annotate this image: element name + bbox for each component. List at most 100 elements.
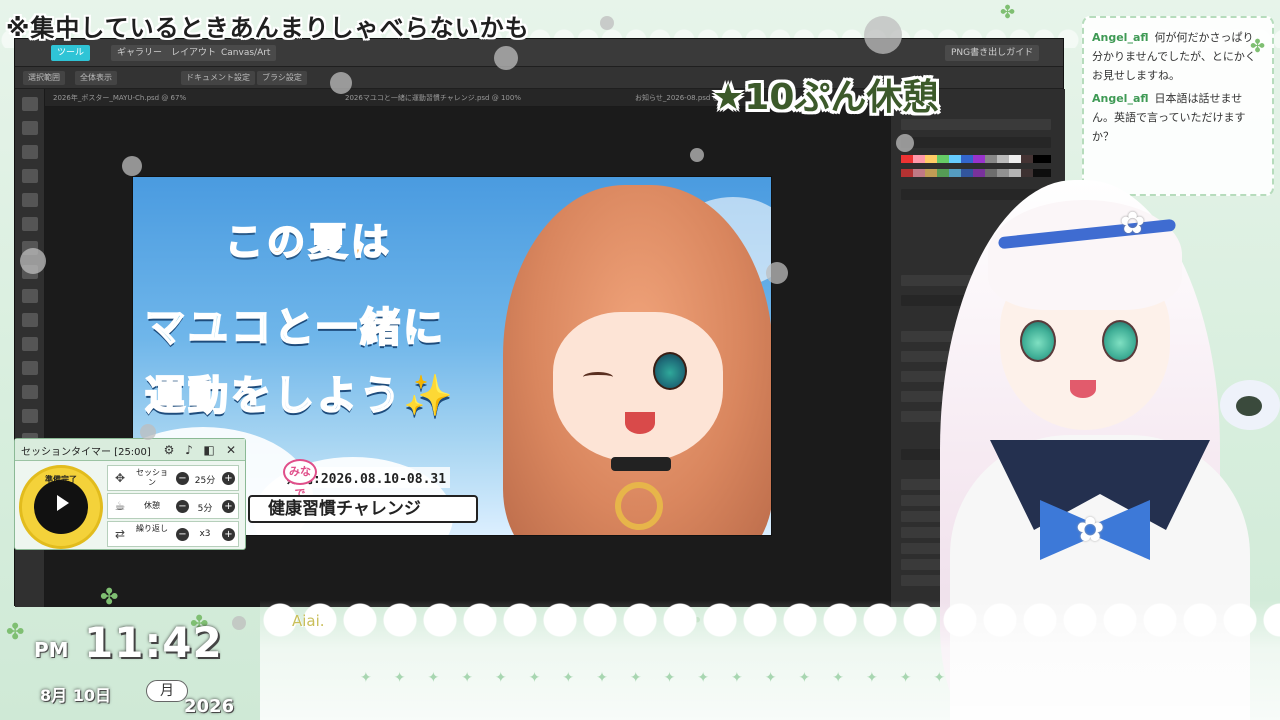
snow-particle xyxy=(140,424,156,440)
select-tool-icon[interactable] xyxy=(22,121,38,135)
clock-widget: PM 11:42 8月 10日 月 2026 xyxy=(0,600,260,720)
decrease-break-button[interactable]: − xyxy=(176,500,189,513)
settings-icon[interactable]: ⚙ xyxy=(161,442,177,458)
color-slot-row[interactable] xyxy=(901,137,1051,148)
subbar-document-settings[interactable]: ドキュメント設定 xyxy=(181,71,255,85)
poster-title-line3-text: 運動をしよう xyxy=(144,372,403,420)
clock-ampm: PM xyxy=(34,638,69,662)
subbar-selection[interactable]: 選択範囲 xyxy=(23,71,65,85)
sparkle-icon: ✨ xyxy=(402,372,456,420)
snow-particle xyxy=(330,72,352,94)
timer-row-label: 繰り返し xyxy=(136,524,168,533)
move-tool-icon[interactable] xyxy=(22,97,38,111)
increase-repeat-button[interactable]: + xyxy=(222,528,235,541)
session-timer-widget: セッションタイマー [25:00] ⚙ ♪ ◧ ✕ 準備完了 ✥ セッション −… xyxy=(14,438,246,550)
snow-particle xyxy=(232,616,246,630)
stream-notice-banner: ※集中しているときあんまりしゃべらないかも xyxy=(6,14,530,42)
timer-row-value: 25分 xyxy=(194,476,216,486)
brush-tool-icon[interactable] xyxy=(22,217,38,231)
character-pendant xyxy=(615,482,663,530)
snow-particle xyxy=(864,16,902,54)
avatar-mouth xyxy=(1070,380,1096,398)
zoom-tool-icon[interactable] xyxy=(22,337,38,351)
toolbar-layout-button[interactable]: レイアウト xyxy=(165,45,223,61)
timer-play-button[interactable] xyxy=(34,480,88,534)
snow-particle xyxy=(494,46,518,70)
poster-title-line1: この夏は xyxy=(224,219,394,265)
timer-row-label: 休憩 xyxy=(144,501,160,510)
clock-year: 2026 xyxy=(184,696,235,717)
pen-tool-icon[interactable] xyxy=(22,193,38,207)
clover-icon: ✤ xyxy=(1000,2,1016,23)
theme-icon[interactable]: ◧ xyxy=(201,442,217,458)
eyedropper-tool-icon[interactable] xyxy=(22,169,38,183)
document-tab[interactable]: 2026マユコと一緒に運動習慣チャレンジ.psd @ 100% xyxy=(345,91,545,105)
ruler-tool-icon[interactable] xyxy=(22,409,38,423)
toolbar-export-guide-button[interactable]: PNG書き出しガイド xyxy=(945,45,1040,61)
sheep-mascot-face xyxy=(1236,396,1262,416)
character-wink-eye xyxy=(583,372,613,382)
poster-title-line2: マユコと一緒に xyxy=(144,304,446,352)
subbar-brush-settings[interactable]: ブラシ設定 xyxy=(257,71,307,85)
lasso-tool-icon[interactable] xyxy=(22,145,38,159)
snow-particle xyxy=(896,134,914,152)
timer-row-value: 5分 xyxy=(197,504,213,514)
toolbar-gallery-button[interactable]: ギャラリー xyxy=(111,45,169,61)
close-icon[interactable]: ✕ xyxy=(223,442,239,458)
character-choker xyxy=(611,457,671,471)
lily-brooch-icon: ✿ xyxy=(1076,510,1105,550)
lace-bottom-decoration xyxy=(260,600,1280,720)
subtitle-caption: Aiai. xyxy=(292,612,325,630)
timer-start-button[interactable]: 準備完了 xyxy=(19,465,103,549)
document-tab[interactable]: 2026年_ポスター_MAYU-Ch.psd @ 67% xyxy=(53,91,203,105)
chat-panel: Angel_afl 何が何だかさっぱり分かりませんでしたが、とにかくお見せしますね… xyxy=(1082,16,1274,196)
text-tool-icon[interactable] xyxy=(22,313,38,327)
avatar-right-eye xyxy=(1102,320,1138,362)
decrease-repeat-button[interactable]: − xyxy=(176,528,189,541)
character-eye xyxy=(653,352,687,390)
chat-username: Angel_afl xyxy=(1092,31,1149,44)
subbar-fit[interactable]: 全体表示 xyxy=(75,71,117,85)
chat-message: Angel_afl 日本語は話せません。英語で言っていただけますか？ xyxy=(1092,89,1264,146)
play-icon xyxy=(57,495,69,511)
chat-message: Angel_afl 何が何だかさっぱり分かりませんでしたが、とにかくお見せしますね… xyxy=(1092,28,1264,85)
sparkle-border-decoration: ✦✦✦✦✦✦✦✦✦✦✦✦✦✦✦✦✦✦ xyxy=(360,670,968,686)
app-toolbar: ツール ギャラリー レイアウト Canvas/Art PNG書き出しガイド xyxy=(15,39,1063,67)
snow-particle xyxy=(690,148,704,162)
toolbar-canvas-button[interactable]: Canvas/Art xyxy=(215,45,277,61)
brush-size-slider[interactable] xyxy=(901,119,1051,130)
clock-weekday: 月 xyxy=(146,680,188,702)
shape-tool-icon[interactable] xyxy=(22,385,38,399)
timer-title: セッションタイマー [25:00] xyxy=(21,447,151,458)
color-swatches[interactable] xyxy=(901,155,1051,163)
repeat-icon: ⇄ xyxy=(114,527,126,541)
move-arrows-icon: ✥ xyxy=(114,471,126,485)
clock-date: 8月 10日 xyxy=(40,686,111,705)
lily-hair-ornament-icon: ✿ xyxy=(1120,206,1146,241)
timer-session-row: ✥ セッション − 25分 + xyxy=(107,465,239,491)
character-mouth xyxy=(625,412,655,434)
gradient-tool-icon[interactable] xyxy=(22,289,38,303)
timer-row-label: セッション xyxy=(136,468,168,487)
timer-row-value: x3 xyxy=(199,529,211,539)
chat-username: Angel_afl xyxy=(1092,92,1149,105)
timer-repeat-row: ⇄ 繰り返し − x3 + xyxy=(107,521,239,547)
snow-particle xyxy=(600,16,614,30)
music-note-icon[interactable]: ♪ xyxy=(181,442,197,458)
increase-break-button[interactable]: + xyxy=(222,500,235,513)
coffee-icon: ☕ xyxy=(114,499,126,513)
clover-icon: ✤ xyxy=(1250,36,1266,57)
avatar-bangs xyxy=(988,200,1182,310)
poster-challenge-label: 健康習慣チャレンジ xyxy=(248,495,478,523)
poster-title-line3: 運動をしよう✨ xyxy=(144,363,456,421)
snow-particle xyxy=(766,262,788,284)
hand-tool-icon[interactable] xyxy=(22,361,38,375)
increase-session-button[interactable]: + xyxy=(222,472,235,485)
timer-break-row: ☕ 休憩 − 5分 + xyxy=(107,493,239,519)
avatar-left-eye xyxy=(1020,320,1056,362)
toolbar-tool-button[interactable]: ツール xyxy=(51,45,91,61)
snow-particle xyxy=(122,156,142,176)
poster-badge: みなで xyxy=(283,459,317,500)
decrease-session-button[interactable]: − xyxy=(176,472,189,485)
timer-header: セッションタイマー [25:00] ⚙ ♪ ◧ ✕ xyxy=(15,439,245,461)
